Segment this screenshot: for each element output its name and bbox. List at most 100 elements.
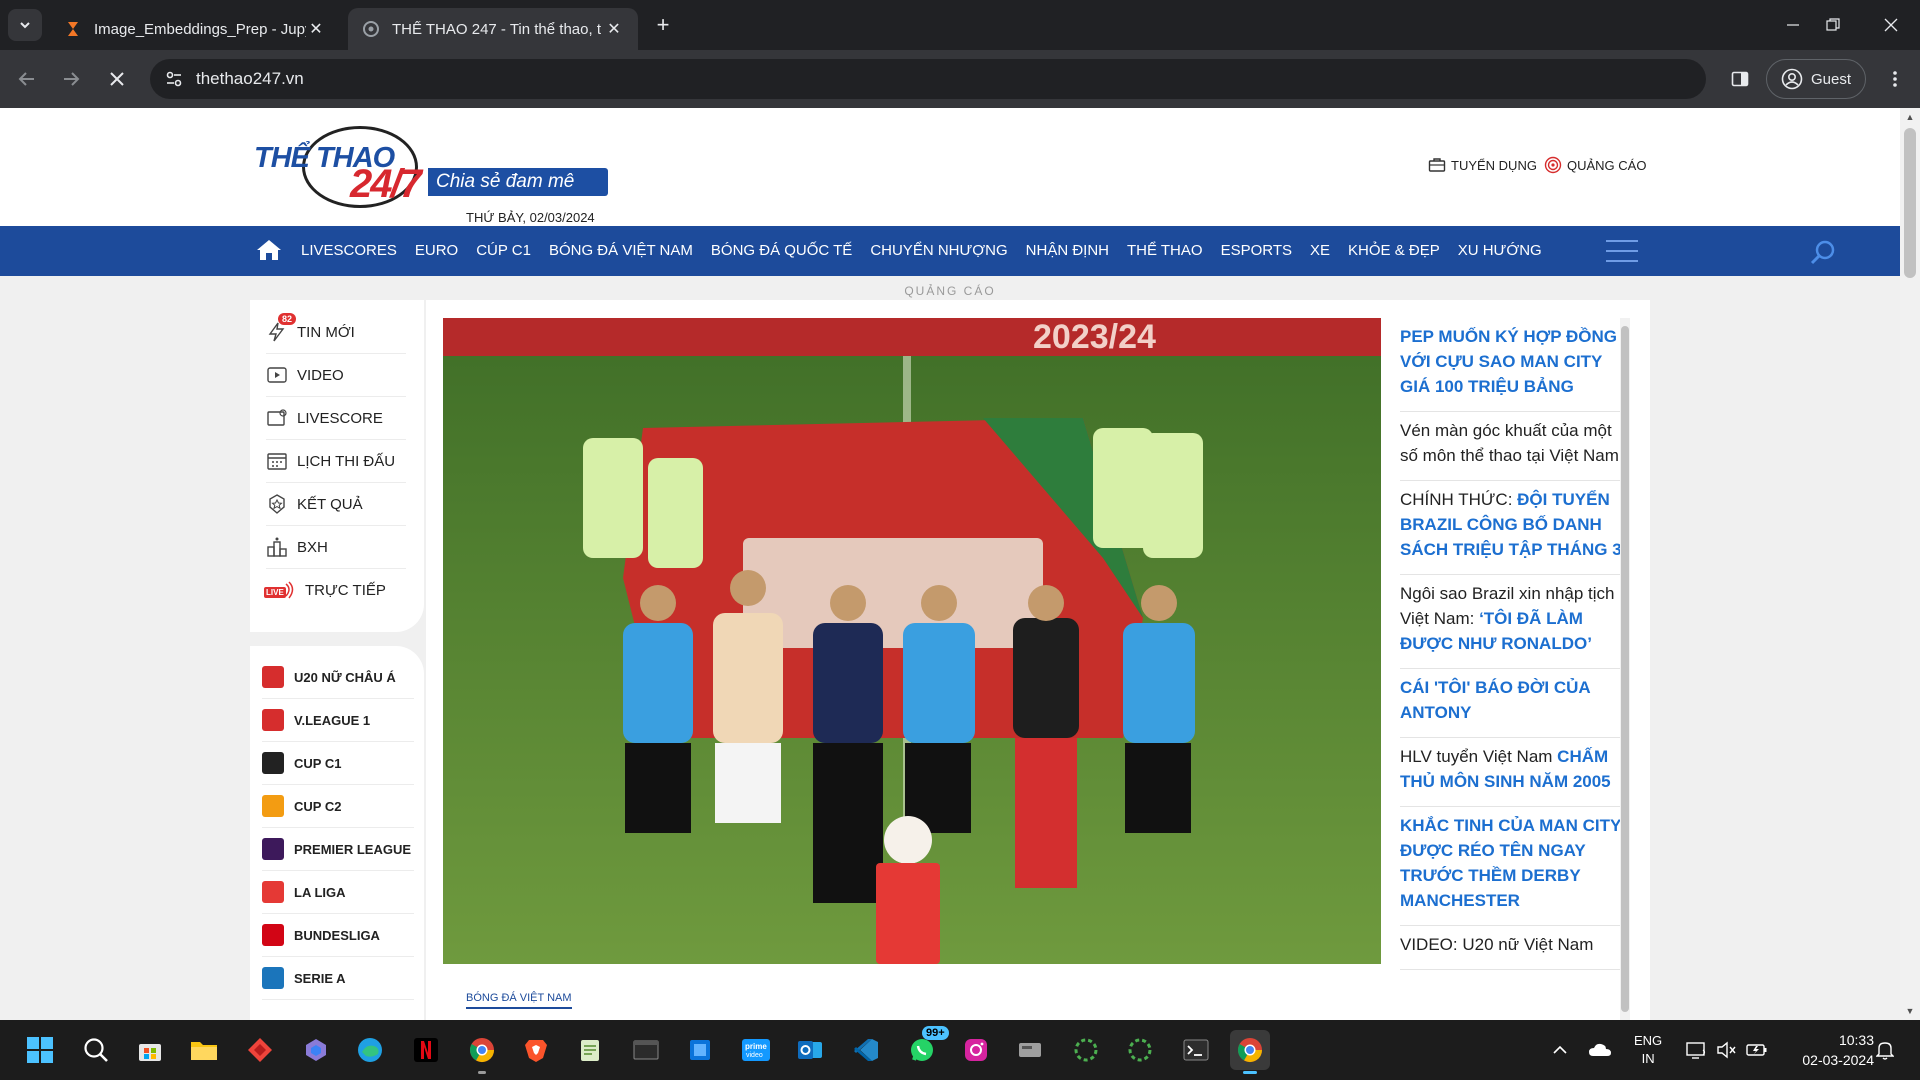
league-premier-league[interactable]: PREMIER LEAGUE — [262, 828, 414, 871]
scrollbar-thumb[interactable] — [1621, 326, 1629, 1012]
notepad-app[interactable] — [570, 1030, 610, 1070]
loader-app-1[interactable] — [1066, 1030, 1106, 1070]
notifications-button[interactable] — [1876, 1020, 1894, 1080]
league-la-liga[interactable]: LA LIGA — [262, 871, 414, 914]
nav-cup-c1[interactable]: CÚP C1 — [467, 226, 540, 276]
tab-search-button[interactable] — [8, 9, 42, 41]
anydesk-app[interactable] — [240, 1030, 280, 1070]
nav-health-beauty[interactable]: KHỎE & ĐẸP — [1339, 226, 1449, 276]
start-button[interactable] — [20, 1030, 60, 1070]
sidebar-item-live[interactable]: LIVE TRỰC TIẾP — [264, 569, 406, 612]
battery-button[interactable] — [1746, 1020, 1768, 1080]
sidebar-item-video[interactable]: VIDEO — [266, 354, 406, 397]
windows-app[interactable] — [680, 1030, 720, 1070]
scrollbar-thumb[interactable] — [1904, 128, 1916, 278]
league-label: LA LIGA — [294, 884, 346, 900]
tab-jupyter[interactable]: Image_Embeddings_Prep - Jupy ✕ — [50, 8, 340, 50]
prime-video-app[interactable]: prime video — [736, 1030, 776, 1070]
profile-button[interactable]: Guest — [1766, 59, 1866, 99]
tab-thethao247[interactable]: THỂ THAO 247 - Tin thể thao, t ✕ — [348, 8, 638, 50]
news-item[interactable]: PEP MUỐN KÝ HỢP ĐỒNG VỚI CỰU SAO MAN CIT… — [1400, 318, 1628, 412]
new-tab-button[interactable]: + — [650, 12, 676, 38]
nav-esports[interactable]: ESPORTS — [1212, 226, 1301, 276]
browser-menu-button[interactable] — [1880, 64, 1910, 94]
onedrive-button[interactable] — [1588, 1020, 1612, 1080]
chrome-app[interactable] — [462, 1030, 502, 1074]
page-scrollbar[interactable]: ▲ ▼ — [1900, 108, 1920, 1020]
nav-sports[interactable]: THỂ THAO — [1118, 226, 1212, 276]
league-vleague-1[interactable]: V.LEAGUE 1 — [262, 699, 414, 742]
sidebar-item-schedule[interactable]: LỊCH THI ĐẤU — [266, 440, 406, 483]
nav-predictions[interactable]: NHẬN ĐỊNH — [1017, 226, 1118, 276]
instagram-app[interactable] — [956, 1030, 996, 1070]
news-list-scrollbar[interactable] — [1620, 318, 1630, 1020]
recruitment-link[interactable]: TUYỂN DỤNG — [1428, 156, 1537, 174]
scroll-down-arrow-icon[interactable]: ▼ — [1905, 1006, 1915, 1016]
news-item[interactable]: Ngôi sao Brazil xin nhập tịch Việt Nam: … — [1400, 575, 1628, 669]
brave-app[interactable] — [516, 1030, 556, 1070]
spinner-icon — [1074, 1038, 1098, 1062]
scroll-up-arrow-icon[interactable]: ▲ — [1905, 112, 1915, 122]
news-item[interactable]: HLV tuyển Việt Nam CHẤM THỦ MÔN SINH NĂM… — [1400, 738, 1628, 807]
nav-trends[interactable]: XU HƯỚNG — [1449, 226, 1551, 276]
nav-vietnam-football[interactable]: BÓNG ĐÁ VIỆT NAM — [540, 226, 702, 276]
system-clock[interactable]: 10:33 02-03-2024 — [1780, 1030, 1874, 1070]
league-serie-a[interactable]: SERIE A — [262, 957, 414, 1000]
home-icon[interactable] — [256, 238, 282, 262]
tray-overflow-button[interactable] — [1552, 1020, 1568, 1080]
side-panel-button[interactable] — [1725, 64, 1755, 94]
whatsapp-app[interactable]: 99+ — [902, 1026, 949, 1070]
news-lead: VIDEO: U20 nữ Việt Nam — [1400, 935, 1594, 954]
hamburger-menu-icon[interactable] — [1606, 240, 1638, 262]
loader-app-2[interactable] — [1120, 1030, 1160, 1070]
microsoft-store-app[interactable] — [130, 1030, 170, 1070]
nav-cars[interactable]: XE — [1301, 226, 1339, 276]
nav-euro[interactable]: EURO — [406, 226, 467, 276]
sidebar-item-standings[interactable]: BXH — [266, 526, 406, 569]
news-item[interactable]: CÁI 'TÔI' BÁO ĐỜI CỦA ANTONY — [1400, 669, 1628, 738]
address-bar[interactable]: thethao247.vn — [150, 59, 1706, 99]
league-cup-c1[interactable]: CUP C1 — [262, 742, 414, 785]
taskbar-search-button[interactable] — [76, 1030, 116, 1070]
news-item[interactable]: Vén màn góc khuất của một số môn thể tha… — [1400, 412, 1628, 481]
news-item[interactable]: CHÍNH THỨC: ĐỘI TUYỂN BRAZIL CÔNG BỐ DAN… — [1400, 481, 1628, 575]
nav-international-football[interactable]: BÓNG ĐÁ QUỐC TẾ — [702, 226, 861, 276]
language-indicator[interactable]: ENG IN — [1634, 1020, 1662, 1080]
advertising-link[interactable]: QUẢNG CÁO — [1544, 156, 1646, 174]
command-prompt-app[interactable] — [1176, 1030, 1216, 1070]
terminal-app[interactable] — [626, 1030, 666, 1070]
league-u20-women-asia[interactable]: U20 NỮ CHÂU Á — [262, 656, 414, 699]
hero-article-image[interactable]: 2023/24 — [443, 318, 1381, 964]
chrome-app-active[interactable] — [1230, 1030, 1270, 1074]
edge-app[interactable] — [350, 1030, 390, 1070]
restore-button[interactable] — [1810, 10, 1856, 40]
netflix-app[interactable] — [406, 1030, 446, 1070]
copilot-app[interactable] — [296, 1030, 336, 1070]
close-window-button[interactable] — [1868, 10, 1914, 40]
forward-button[interactable] — [56, 64, 86, 94]
search-icon[interactable] — [1810, 239, 1836, 265]
sidebar-item-livescore[interactable]: LIVESCORE — [266, 397, 406, 440]
site-info-button[interactable] — [154, 59, 194, 99]
stop-loading-button[interactable] — [102, 64, 132, 94]
disk-app[interactable] — [1010, 1030, 1050, 1070]
site-logo[interactable]: THỂ THAO 24/7 Chia sẻ đam mê THỨ BẢY, 02… — [250, 126, 610, 225]
volume-button[interactable] — [1716, 1020, 1736, 1080]
sidebar-item-results[interactable]: KẾT QUẢ — [266, 483, 406, 526]
close-tab-icon[interactable]: ✕ — [306, 19, 326, 39]
file-explorer-app[interactable] — [184, 1030, 224, 1070]
sidebar-item-latest-news[interactable]: 82 TIN MỚI — [266, 311, 406, 354]
article-category-tag[interactable]: BÓNG ĐÁ VIỆT NAM — [466, 992, 572, 1009]
back-button[interactable] — [12, 64, 42, 94]
nav-transfers[interactable]: CHUYỂN NHƯỢNG — [861, 226, 1016, 276]
outlook-app[interactable] — [790, 1030, 830, 1070]
news-item[interactable]: KHẮC TINH CỦA MAN CITY ĐƯỢC RÉO TÊN NGAY… — [1400, 807, 1628, 926]
news-item[interactable]: VIDEO: U20 nữ Việt Nam — [1400, 926, 1628, 970]
close-tab-icon[interactable]: ✕ — [604, 19, 624, 39]
vscode-app[interactable] — [846, 1030, 886, 1070]
nav-livescores[interactable]: LIVESCORES — [292, 226, 406, 276]
podium-icon — [267, 537, 287, 557]
league-cup-c2[interactable]: CUP C2 — [262, 785, 414, 828]
network-button[interactable] — [1686, 1020, 1708, 1080]
league-bundesliga[interactable]: BUNDESLIGA — [262, 914, 414, 957]
